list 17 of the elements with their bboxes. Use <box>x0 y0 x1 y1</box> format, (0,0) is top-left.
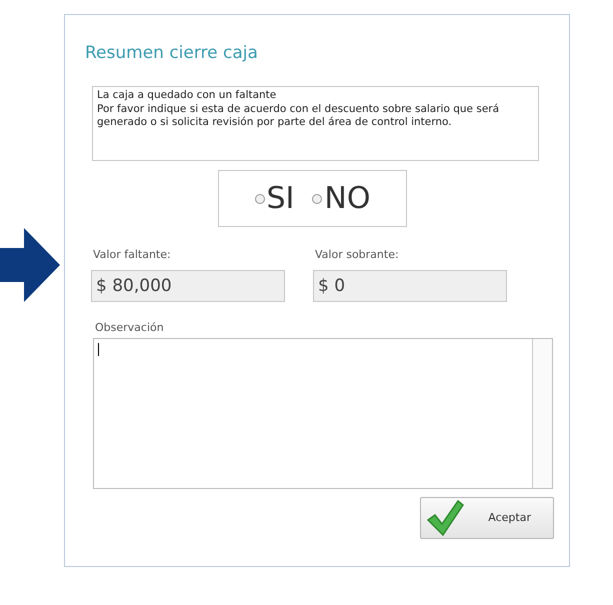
observation-field[interactable] <box>93 338 553 489</box>
dialog-title: Resumen cierre caja <box>85 42 258 65</box>
radio-option[interactable]: NO <box>312 184 370 214</box>
field-label: Valor sobrante: <box>315 247 399 263</box>
field-label: Observación <box>95 320 164 336</box>
radio-option[interactable]: SI <box>254 184 294 214</box>
message-box: La caja a quedado con un faltante Por favor indique si esta de acuerdo con el descuento sobre salario que será generado o si solicita revisión por parte del área de control interno. <box>92 86 539 161</box>
text-cursor <box>98 343 99 356</box>
checkmark-icon <box>425 498 465 538</box>
amount-field[interactable]: $ 80,000 <box>91 270 285 302</box>
radio-button[interactable] <box>254 194 265 204</box>
field-label: Valor faltante: <box>93 247 171 263</box>
amount-field[interactable]: $ 0 <box>313 270 507 302</box>
radio-button[interactable] <box>312 194 322 204</box>
scrollbar[interactable] <box>532 339 552 488</box>
accept-button[interactable]: Aceptar <box>420 497 554 539</box>
arrow-icon <box>0 228 60 302</box>
